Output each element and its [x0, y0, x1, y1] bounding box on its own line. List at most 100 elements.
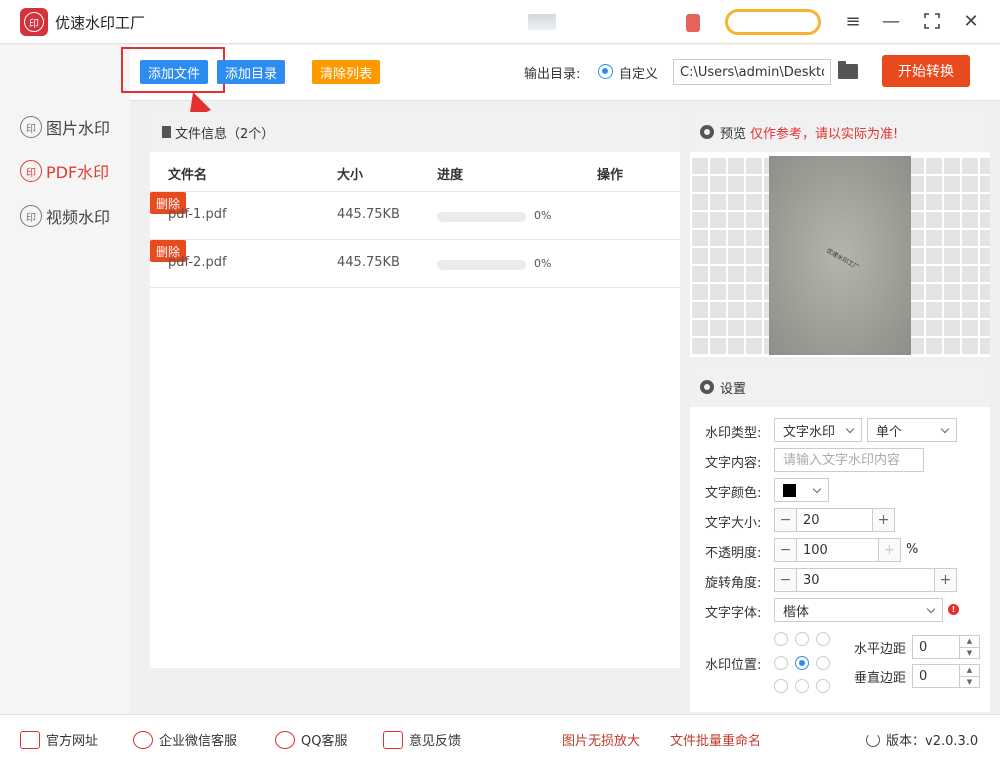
table-row: pdf-2.pdf 445.75KB 0% 删除: [150, 240, 680, 288]
position-middle-center[interactable]: [795, 656, 809, 670]
position-bottom-center[interactable]: [795, 679, 809, 693]
sidebar-item-label: 图片水印: [46, 119, 111, 138]
position-bottom-left[interactable]: [774, 679, 788, 693]
add-file-button[interactable]: 添加文件: [140, 60, 209, 84]
text-content-input[interactable]: [774, 448, 924, 472]
chevron-down-icon: [812, 484, 822, 493]
watermark-mode-select[interactable]: 单个: [867, 418, 957, 442]
app-logo-icon: 印: [20, 8, 48, 36]
sidebar-item-label: PDF水印: [46, 163, 110, 182]
settings-title: 设置: [720, 381, 747, 397]
table-row: pdf-1.pdf 445.75KB 0% 删除: [150, 192, 680, 240]
refresh-icon[interactable]: [866, 732, 880, 747]
document-icon: [162, 126, 171, 138]
position-top-left[interactable]: [774, 632, 788, 646]
seal-icon: 印: [20, 116, 42, 138]
qq-icon: [275, 730, 295, 749]
gear-icon: [700, 125, 714, 139]
feedback-icon: [383, 730, 403, 749]
plus-icon[interactable]: +: [872, 509, 894, 531]
font-select[interactable]: 楷体: [774, 598, 943, 622]
output-path-input[interactable]: [673, 59, 831, 85]
text-color-label: 文字颜色:: [705, 486, 762, 501]
watermark-type-select[interactable]: 文字水印: [774, 418, 862, 442]
warning-icon: !: [948, 604, 959, 615]
feedback-link[interactable]: 意见反馈: [383, 730, 461, 749]
output-dir-label: 输出目录:: [524, 67, 581, 82]
col-name: 文件名: [168, 168, 208, 183]
qq-service-link[interactable]: QQ客服: [275, 730, 347, 749]
wechat-service-link[interactable]: 企业微信客服: [133, 730, 237, 749]
sidebar-item-video-watermark[interactable]: 印 视频水印: [20, 204, 110, 228]
clear-list-button[interactable]: 清除列表: [312, 60, 381, 84]
text-size-stepper[interactable]: − 20 +: [774, 508, 895, 532]
custom-radio[interactable]: [598, 64, 613, 79]
col-progress: 进度: [437, 168, 464, 183]
col-size: 大小: [337, 168, 364, 183]
sidebar-item-pdf-watermark[interactable]: 印 PDF水印: [20, 159, 109, 183]
maximize-icon[interactable]: [921, 10, 943, 32]
menu-icon[interactable]: ≡: [842, 10, 864, 32]
rotation-label: 旋转角度:: [705, 576, 762, 591]
col-action: 操作: [597, 168, 624, 183]
app-title: 优速水印工厂: [55, 14, 146, 32]
chevron-up-icon[interactable]: ▲: [960, 636, 979, 648]
plus-icon[interactable]: +: [934, 569, 956, 591]
v-margin-stepper[interactable]: 0 ▲ ▼: [912, 664, 980, 688]
close-icon[interactable]: ✕: [960, 10, 982, 32]
file-name: pdf-1.pdf: [168, 207, 227, 222]
plus-icon[interactable]: +: [878, 539, 900, 561]
minus-icon[interactable]: −: [775, 569, 797, 591]
settings-panel: 设置 水印类型: 文字水印 单个 文字内容: 文字颜色: 文字大小: − 20 …: [690, 367, 990, 712]
position-middle-left[interactable]: [774, 656, 788, 670]
chevron-up-icon[interactable]: ▲: [960, 665, 979, 677]
gear-icon: [700, 380, 714, 394]
chevron-down-icon: [845, 424, 855, 433]
text-size-label: 文字大小:: [705, 516, 762, 531]
footer: 官方网址 企业微信客服 QQ客服 意见反馈 图片无损放大 文件批量重命名 版本：…: [0, 714, 1000, 760]
batch-rename-link[interactable]: 文件批量重命名: [670, 730, 761, 749]
position-top-right[interactable]: [816, 632, 830, 646]
position-top-center[interactable]: [795, 632, 809, 646]
h-margin-label: 水平边距: [854, 642, 907, 657]
version-info: 版本：v2.0.3.0: [866, 730, 978, 749]
file-list-header: 文件信息（2个）: [150, 112, 680, 152]
position-bottom-right[interactable]: [816, 679, 830, 693]
lossless-zoom-link[interactable]: 图片无损放大: [562, 730, 640, 749]
seal-icon: 印: [20, 205, 42, 227]
sidebar-item-image-watermark[interactable]: 印 图片水印: [20, 115, 110, 139]
website-icon: [20, 730, 40, 749]
preview-watermark: 优速水印工厂: [825, 247, 860, 272]
file-table-header: 文件名 大小 进度 操作: [150, 152, 680, 192]
h-margin-stepper[interactable]: 0 ▲ ▼: [912, 635, 980, 659]
progress-text: 0%: [534, 209, 552, 222]
custom-radio-label: 自定义: [619, 67, 659, 82]
folder-icon[interactable]: [838, 61, 858, 79]
start-convert-button[interactable]: 开始转换: [882, 55, 970, 87]
rotation-stepper[interactable]: − 30 +: [774, 568, 957, 592]
preview-panel: 预览 仅作参考，请以实际为准! 优速水印工厂: [690, 112, 990, 357]
preview-title: 预览: [720, 126, 747, 142]
opacity-stepper[interactable]: − 100 +: [774, 538, 901, 562]
minus-icon[interactable]: −: [775, 509, 797, 531]
wechat-icon: [133, 730, 153, 749]
text-color-picker[interactable]: [774, 478, 829, 502]
add-directory-button[interactable]: 添加目录: [217, 60, 286, 84]
opacity-unit: %: [906, 542, 919, 557]
minimize-icon[interactable]: —: [880, 10, 902, 32]
position-middle-right[interactable]: [816, 656, 830, 670]
website-link[interactable]: 官方网址: [20, 730, 98, 749]
redacted-icon: [528, 14, 556, 30]
progress-text: 0%: [534, 257, 552, 270]
v-margin-label: 垂直边距: [854, 671, 907, 686]
file-size: 445.75KB: [337, 207, 400, 222]
title-bar: 印 优速水印工厂 ≡ — ✕: [0, 0, 1000, 44]
preview-header: 预览 仅作参考，请以实际为准!: [690, 112, 990, 152]
chevron-down-icon[interactable]: ▼: [960, 648, 979, 659]
text-content-label: 文字内容:: [705, 456, 762, 471]
minus-icon[interactable]: −: [775, 539, 797, 561]
chevron-down-icon[interactable]: ▼: [960, 677, 979, 688]
sidebar: 印 图片水印 印 PDF水印 印 视频水印: [0, 45, 130, 714]
position-label: 水印位置:: [705, 658, 762, 673]
file-list-panel: 文件信息（2个） 文件名 大小 进度 操作 pdf-1.pdf 445.75KB…: [150, 112, 680, 668]
